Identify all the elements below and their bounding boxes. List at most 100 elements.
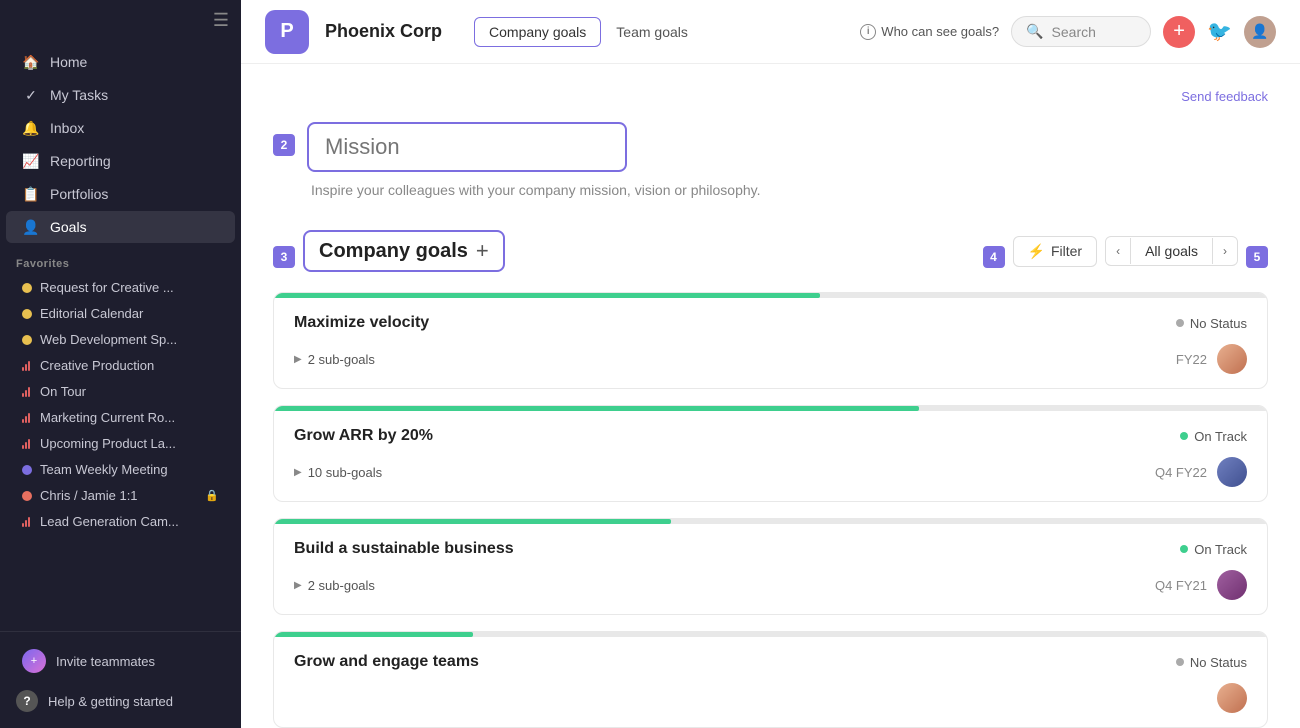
goals-header: 3 Company goals + 4 ⚡ Filter ‹ All goals: [273, 230, 1268, 272]
goals-title: Company goals: [319, 240, 468, 263]
who-can-see-button[interactable]: i Who can see goals?: [860, 24, 999, 40]
sidebar-item-label: Home: [50, 54, 87, 70]
mission-step-badge: 2: [273, 134, 295, 156]
sidebar-bottom: + Invite teammates ? Help & getting star…: [0, 631, 241, 728]
sidebar-item-home[interactable]: 🏠Home: [6, 46, 235, 78]
tab-company-goals[interactable]: Company goals: [474, 17, 601, 47]
sidebar-item-goals[interactable]: 👤Goals: [6, 211, 235, 243]
goal-card-body: Maximize velocity No Status ▶ 2 sub-goal…: [274, 298, 1267, 388]
sidebar-header: ☰: [0, 0, 241, 41]
company-name: Phoenix Corp: [325, 21, 442, 42]
sub-goals-toggle[interactable]: ▶ 2 sub-goals: [294, 352, 375, 367]
filter-button[interactable]: ⚡ Filter: [1013, 236, 1098, 267]
sidebar-toggle[interactable]: ☰: [213, 10, 229, 31]
reporting-icon: 📈: [22, 152, 40, 170]
fav-item-label: Creative Production: [40, 358, 219, 373]
goal-avatar: [1217, 570, 1247, 600]
goal-status: No Status: [1176, 316, 1247, 331]
fav-item-label: On Tour: [40, 384, 219, 399]
sub-goals-toggle[interactable]: ▶ 10 sub-goals: [294, 465, 382, 480]
goal-meta: FY22: [1176, 344, 1247, 374]
goal-period: Q4 FY22: [1155, 465, 1207, 480]
goals-title-box: Company goals +: [303, 230, 505, 272]
fav-item-label: Editorial Calendar: [40, 306, 219, 321]
goals-nav: ‹ All goals ›: [1105, 236, 1238, 266]
sub-goals-count: 2 sub-goals: [308, 352, 375, 367]
sidebar-item-web-dev[interactable]: Web Development Sp...: [6, 327, 235, 352]
status-dot: [1176, 658, 1184, 666]
send-feedback-section: Send feedback: [273, 88, 1268, 106]
content-area: Send feedback 2 Inspire your colleagues …: [241, 64, 1300, 728]
fav-dot-icon: [22, 491, 32, 501]
fav-item-label: Upcoming Product La...: [40, 436, 219, 451]
sidebar-item-editorial[interactable]: Editorial Calendar: [6, 301, 235, 326]
fav-item-label: Request for Creative ...: [40, 280, 219, 295]
add-button[interactable]: +: [1163, 16, 1195, 48]
goal-avatar: [1217, 344, 1247, 374]
sidebar-item-on-tour[interactable]: On Tour: [6, 379, 235, 404]
sidebar-item-label: Goals: [50, 219, 87, 235]
invite-avatar-icon: +: [22, 649, 46, 673]
goals-add-button[interactable]: +: [476, 238, 489, 264]
goal-row-bottom: ▶ 10 sub-goals Q4 FY22: [294, 457, 1247, 487]
sidebar-nav: 🏠Home✓My Tasks🔔Inbox📈Reporting📋Portfolio…: [0, 41, 241, 248]
company-initial: P: [280, 20, 293, 43]
notification-icon[interactable]: 🐦: [1207, 19, 1232, 44]
fav-dot-icon: [22, 465, 32, 475]
goal-period: Q4 FY21: [1155, 578, 1207, 593]
sidebar-item-upcoming-product[interactable]: Upcoming Product La...: [6, 431, 235, 456]
sidebar-item-my-tasks[interactable]: ✓My Tasks: [6, 79, 235, 111]
sub-goals-toggle[interactable]: ▶ 2 sub-goals: [294, 578, 375, 593]
goals-nav-prev[interactable]: ‹: [1106, 238, 1131, 264]
sidebar-item-inbox[interactable]: 🔔Inbox: [6, 112, 235, 144]
sidebar-item-req-creative[interactable]: Request for Creative ...: [6, 275, 235, 300]
fav-bar-icon: [22, 439, 32, 449]
status-dot: [1180, 545, 1188, 553]
goal-row-bottom: ▶ 2 sub-goals Q4 FY21: [294, 570, 1247, 600]
user-avatar[interactable]: 👤: [1244, 16, 1276, 48]
main-content: P Phoenix Corp Company goals Team goals …: [241, 0, 1300, 728]
sidebar-item-chris-jamie[interactable]: Chris / Jamie 1:1🔒: [6, 483, 235, 508]
help-button[interactable]: ? Help & getting started: [0, 682, 241, 720]
fav-bar-icon: [22, 413, 32, 423]
goal-status: No Status: [1176, 655, 1247, 670]
goal-name: Build a sustainable business: [294, 540, 514, 558]
sub-goals-count: 2 sub-goals: [308, 578, 375, 593]
sidebar-item-marketing[interactable]: Marketing Current Ro...: [6, 405, 235, 430]
goals-nav-next[interactable]: ›: [1212, 238, 1237, 264]
invite-teammates-button[interactable]: + Invite teammates: [6, 641, 235, 681]
goal-card-body: Build a sustainable business On Track ▶ …: [274, 524, 1267, 614]
sidebar-item-creative-prod[interactable]: Creative Production: [6, 353, 235, 378]
sidebar-item-reporting[interactable]: 📈Reporting: [6, 145, 235, 177]
goal-name: Grow and engage teams: [294, 653, 479, 671]
fav-item-label: Web Development Sp...: [40, 332, 219, 347]
send-feedback-link[interactable]: Send feedback: [1181, 89, 1268, 104]
goal-row-top: Build a sustainable business On Track: [294, 540, 1247, 558]
status-label: No Status: [1190, 655, 1247, 670]
goal-card-body: Grow ARR by 20% On Track ▶ 10 sub-goals …: [274, 411, 1267, 501]
goal-meta: Q4 FY21: [1155, 570, 1247, 600]
status-label: On Track: [1194, 542, 1247, 557]
fav-bar-icon: [22, 361, 32, 371]
sidebar-item-lead-gen[interactable]: Lead Generation Cam...: [6, 509, 235, 534]
tab-team-goals[interactable]: Team goals: [601, 17, 703, 47]
mission-input[interactable]: [307, 122, 627, 172]
search-box[interactable]: 🔍 Search: [1011, 16, 1151, 47]
inbox-icon: 🔔: [22, 119, 40, 137]
goals-header-left: 3 Company goals +: [273, 230, 505, 272]
status-dot: [1180, 432, 1188, 440]
fav-dot-icon: [22, 283, 32, 293]
portfolios-icon: 📋: [22, 185, 40, 203]
search-placeholder: Search: [1052, 24, 1096, 40]
sidebar-item-portfolios[interactable]: 📋Portfolios: [6, 178, 235, 210]
sidebar-item-team-weekly[interactable]: Team Weekly Meeting: [6, 457, 235, 482]
goal-meta: [1217, 683, 1247, 713]
goal-status: On Track: [1180, 429, 1247, 444]
topbar: P Phoenix Corp Company goals Team goals …: [241, 0, 1300, 64]
fav-item-label: Chris / Jamie 1:1: [40, 488, 197, 503]
chevron-right-icon: ▶: [294, 580, 302, 591]
topbar-right: i Who can see goals? 🔍 Search + 🐦 👤: [860, 16, 1276, 48]
help-label: Help & getting started: [48, 694, 173, 709]
add-icon: +: [1173, 20, 1185, 43]
nav-step-badge: 5: [1246, 246, 1268, 268]
